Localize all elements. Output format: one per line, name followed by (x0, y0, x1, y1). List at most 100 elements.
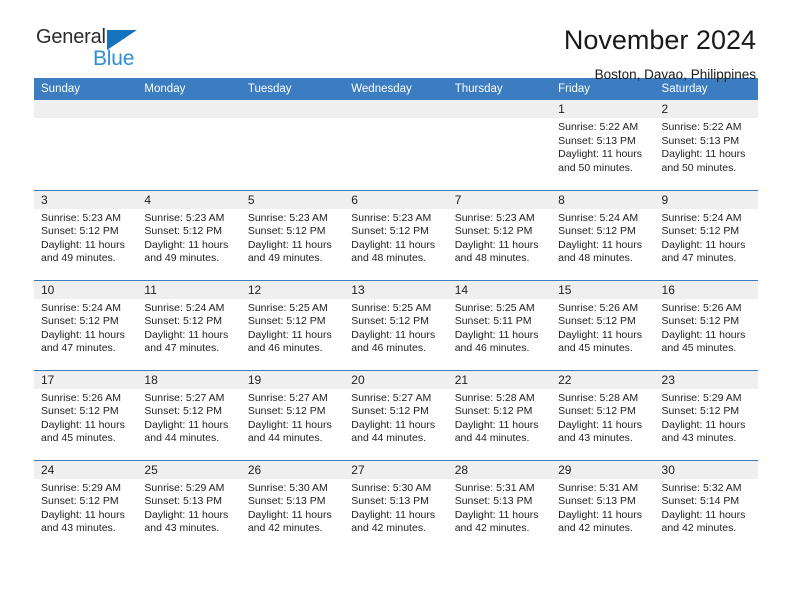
day-detail-daylight1: Daylight: 11 hours (247, 238, 332, 251)
day-cell[interactable]: 4 Sunrise: 5:23 AM Sunset: 5:12 PM Daylight… (137, 189, 241, 280)
day-detail-daylight1: Daylight: 11 hours (247, 328, 332, 341)
day-number: 9 (654, 190, 758, 209)
day-detail-daylight2: and 50 minutes. (558, 161, 633, 174)
day-detail-daylight1: Daylight: 11 hours (144, 418, 229, 431)
day-detail-sunrise: Sunrise: 5:23 AM (41, 211, 121, 224)
day-detail-daylight2: and 47 minutes. (41, 342, 116, 355)
day-details: Sunrise: 5:27 AM Sunset: 5:12 PM Daylight:… (241, 389, 344, 446)
day-detail-daylight1: Daylight: 11 hours (144, 328, 229, 341)
day-detail-sunrise: Sunrise: 5:28 AM (558, 391, 639, 404)
day-detail-daylight1: Daylight: 11 hours (351, 508, 436, 521)
day-detail-daylight1: Daylight: 11 hours (558, 328, 642, 341)
day-cell[interactable]: 23 Sunrise: 5:29 AM Sunset: 5:12 PM Dayligh… (654, 369, 758, 460)
day-details: Sunrise: 5:24 AM Sunset: 5:12 PM Daylight:… (655, 209, 758, 266)
day-details: Sunrise: 5:27 AM Sunset: 5:12 PM Daylight:… (344, 389, 447, 446)
day-detail-sunrise: Sunrise: 5:23 AM (144, 211, 225, 224)
day-cell[interactable]: 11 Sunrise: 5:24 AM Sunset: 5:12 PM Dayligh… (137, 279, 241, 370)
day-detail-daylight1: Daylight: 11 hours (558, 508, 642, 521)
day-cell-empty (344, 100, 448, 190)
day-detail-sunset: Sunset: 5:13 PM (454, 495, 533, 508)
day-detail-sunset: Sunset: 5:11 PM (454, 315, 532, 328)
day-detail-sunset: Sunset: 5:12 PM (144, 405, 223, 418)
day-detail-sunset: Sunset: 5:13 PM (247, 495, 326, 508)
day-detail-daylight2: and 42 minutes. (351, 522, 426, 535)
day-detail-daylight2: and 44 minutes. (454, 432, 530, 445)
day-details: Sunrise: 5:24 AM Sunset: 5:12 PM Daylight:… (34, 299, 137, 356)
day-detail-sunrise: Sunrise: 5:23 AM (247, 211, 328, 224)
day-cell[interactable]: 17 Sunrise: 5:26 AM Sunset: 5:12 PM Dayligh… (34, 369, 138, 460)
day-cell[interactable]: 30 Sunrise: 5:32 AM Sunset: 5:14 PM Dayligh… (654, 459, 758, 550)
day-number: 29 (551, 460, 655, 479)
day-detail-daylight1: Daylight: 11 hours (454, 508, 539, 521)
calendar-week-row: 17 Sunrise: 5:26 AM Sunset: 5:12 PM Dayligh… (34, 369, 758, 460)
day-cell[interactable]: 28 Sunrise: 5:31 AM Sunset: 5:13 PM Dayligh… (447, 459, 552, 550)
day-cell[interactable]: 3 Sunrise: 5:23 AM Sunset: 5:12 PM Daylight… (34, 189, 138, 280)
day-number (344, 100, 448, 118)
day-detail-daylight2: and 43 minutes. (558, 432, 633, 445)
day-number: 10 (34, 280, 138, 299)
weekday-header-sunday: Sunday (34, 78, 138, 100)
day-cell[interactable]: 21 Sunrise: 5:28 AM Sunset: 5:12 PM Dayligh… (447, 369, 552, 460)
day-detail-daylight1: Daylight: 11 hours (41, 418, 125, 431)
day-detail-sunset: Sunset: 5:12 PM (454, 405, 533, 418)
day-cell[interactable]: 16 Sunrise: 5:26 AM Sunset: 5:12 PM Dayligh… (654, 279, 758, 370)
calendar-body: 1 Sunrise: 5:22 AM Sunset: 5:13 PM Daylight… (34, 100, 758, 550)
day-cell-empty (137, 100, 241, 190)
day-cell[interactable]: 26 Sunrise: 5:30 AM Sunset: 5:13 PM Dayligh… (240, 459, 345, 550)
day-detail-sunrise: Sunrise: 5:28 AM (454, 391, 535, 404)
day-detail-sunrise: Sunrise: 5:29 AM (144, 481, 225, 494)
day-cell[interactable]: 15 Sunrise: 5:26 AM Sunset: 5:12 PM Dayligh… (551, 279, 655, 370)
day-detail-daylight1: Daylight: 11 hours (351, 418, 436, 431)
day-cell[interactable]: 9 Sunrise: 5:24 AM Sunset: 5:12 PM Daylight… (654, 189, 758, 280)
day-cell[interactable]: 25 Sunrise: 5:29 AM Sunset: 5:13 PM Dayligh… (137, 459, 241, 550)
day-cell[interactable]: 1 Sunrise: 5:22 AM Sunset: 5:13 PM Daylight… (551, 100, 655, 190)
day-detail-daylight1: Daylight: 11 hours (661, 328, 746, 341)
day-cell[interactable]: 13 Sunrise: 5:25 AM Sunset: 5:12 PM Dayligh… (344, 279, 448, 370)
day-detail-daylight2: and 47 minutes. (661, 252, 737, 265)
day-cell-empty (240, 100, 345, 190)
day-detail-daylight1: Daylight: 11 hours (454, 328, 539, 341)
day-cell[interactable]: 19 Sunrise: 5:27 AM Sunset: 5:12 PM Dayligh… (240, 369, 345, 460)
day-cell[interactable]: 6 Sunrise: 5:23 AM Sunset: 5:12 PM Daylight… (344, 189, 448, 280)
day-cell[interactable]: 10 Sunrise: 5:24 AM Sunset: 5:12 PM Dayligh… (34, 279, 138, 370)
day-detail-daylight2: and 49 minutes. (41, 252, 116, 265)
day-detail-sunset: Sunset: 5:13 PM (558, 495, 636, 508)
day-cell[interactable]: 12 Sunrise: 5:25 AM Sunset: 5:12 PM Dayligh… (240, 279, 345, 370)
day-details: Sunrise: 5:28 AM Sunset: 5:12 PM Daylight:… (551, 389, 654, 446)
day-cell[interactable]: 24 Sunrise: 5:29 AM Sunset: 5:12 PM Dayligh… (34, 459, 138, 550)
day-number: 11 (137, 280, 241, 299)
day-details: Sunrise: 5:29 AM Sunset: 5:12 PM Daylight:… (655, 389, 758, 446)
day-cell[interactable]: 8 Sunrise: 5:24 AM Sunset: 5:12 PM Daylight… (551, 189, 655, 280)
day-detail-sunrise: Sunrise: 5:26 AM (558, 301, 639, 314)
day-detail-sunset: Sunset: 5:12 PM (144, 315, 223, 328)
day-cell[interactable]: 29 Sunrise: 5:31 AM Sunset: 5:13 PM Dayligh… (551, 459, 655, 550)
day-cell[interactable]: 18 Sunrise: 5:27 AM Sunset: 5:12 PM Dayligh… (137, 369, 241, 460)
day-detail-sunset: Sunset: 5:12 PM (41, 225, 119, 238)
day-detail-sunrise: Sunrise: 5:22 AM (558, 121, 639, 133)
day-detail-daylight1: Daylight: 11 hours (661, 148, 746, 161)
day-cell[interactable]: 2 Sunrise: 5:22 AM Sunset: 5:13 PM Daylight… (654, 100, 758, 190)
day-cell[interactable]: 27 Sunrise: 5:30 AM Sunset: 5:13 PM Dayligh… (344, 459, 448, 550)
day-cell[interactable]: 7 Sunrise: 5:23 AM Sunset: 5:12 PM Daylight… (447, 189, 552, 280)
day-detail-daylight2: and 42 minutes. (454, 522, 530, 535)
day-detail-sunset: Sunset: 5:12 PM (247, 315, 326, 328)
day-number: 14 (447, 280, 552, 299)
day-cell[interactable]: 5 Sunrise: 5:23 AM Sunset: 5:12 PM Daylight… (240, 189, 345, 280)
day-number (34, 100, 138, 118)
day-detail-daylight2: and 45 minutes. (41, 432, 116, 445)
day-number: 16 (654, 280, 758, 299)
day-detail-daylight1: Daylight: 11 hours (144, 238, 229, 251)
day-number (137, 100, 241, 118)
page-subtitle: Boston, Davao, Philippines (594, 67, 756, 83)
day-detail-sunset: Sunset: 5:12 PM (41, 315, 119, 328)
day-details: Sunrise: 5:29 AM Sunset: 5:13 PM Daylight:… (137, 479, 240, 536)
day-cell-empty (447, 100, 552, 190)
generalblue-logo[interactable]: General Blue (36, 26, 156, 74)
day-cell[interactable]: 20 Sunrise: 5:27 AM Sunset: 5:12 PM Dayligh… (344, 369, 448, 460)
day-cell[interactable]: 22 Sunrise: 5:28 AM Sunset: 5:12 PM Dayligh… (551, 369, 655, 460)
day-detail-sunrise: Sunrise: 5:26 AM (41, 391, 121, 404)
day-cell[interactable]: 14 Sunrise: 5:25 AM Sunset: 5:11 PM Dayligh… (447, 279, 552, 370)
day-number: 4 (137, 190, 241, 209)
day-detail-sunrise: Sunrise: 5:25 AM (351, 301, 432, 314)
day-detail-daylight1: Daylight: 11 hours (351, 238, 436, 251)
